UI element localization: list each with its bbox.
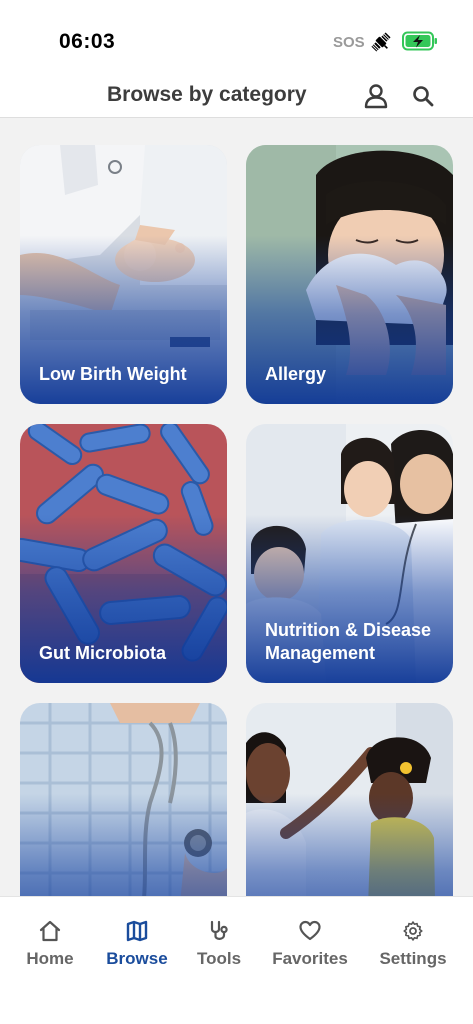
category-card-low-birth-weight[interactable]: Low Birth Weight	[20, 145, 227, 404]
tab-label: Favorites	[272, 949, 348, 968]
tab-label: Settings	[379, 949, 447, 968]
top-bar: Browse by category	[0, 70, 473, 118]
category-label: Nutrition & Disease Management	[265, 620, 432, 663]
home-icon	[39, 920, 61, 942]
battery-charging-icon	[402, 31, 437, 51]
status-time: 06:03	[59, 30, 116, 53]
sos-indicator: SOS	[333, 34, 365, 51]
satellite-icon	[371, 32, 391, 52]
category-card-5[interactable]	[20, 703, 227, 896]
tab-label: Home	[26, 949, 74, 968]
map-icon	[126, 920, 148, 942]
category-card-allergy[interactable]: Allergy	[246, 145, 453, 404]
profile-icon[interactable]	[362, 82, 390, 110]
tab-favorites[interactable]: Favorites	[268, 919, 352, 969]
tab-browse[interactable]: Browse	[101, 919, 173, 969]
category-grid: Low Birth Weight Allergy Gut Microbiota …	[0, 118, 473, 896]
tab-settings[interactable]: Settings	[374, 919, 452, 969]
heart-icon	[299, 920, 321, 941]
status-bar: 06:03 SOS	[0, 0, 473, 70]
bottom-tab-bar: Home Browse Tools Favorites Settings	[0, 896, 473, 1024]
page-title: Browse by category	[107, 83, 307, 106]
tab-label: Browse	[106, 949, 168, 968]
gear-icon	[403, 921, 423, 941]
tab-home[interactable]: Home	[22, 919, 78, 969]
category-label: Allergy	[265, 364, 327, 384]
search-icon[interactable]	[411, 84, 435, 108]
category-label: Low Birth Weight	[39, 364, 187, 384]
category-card-gut-microbiota[interactable]: Gut Microbiota	[20, 424, 227, 683]
tab-label: Tools	[196, 949, 242, 968]
category-label: Gut Microbiota	[39, 643, 166, 663]
category-card-nutrition-disease-management[interactable]: Nutrition & Disease Management	[246, 424, 453, 683]
stethoscope-icon	[210, 920, 228, 940]
category-card-6[interactable]	[246, 703, 453, 896]
tab-tools[interactable]: Tools	[193, 919, 245, 969]
